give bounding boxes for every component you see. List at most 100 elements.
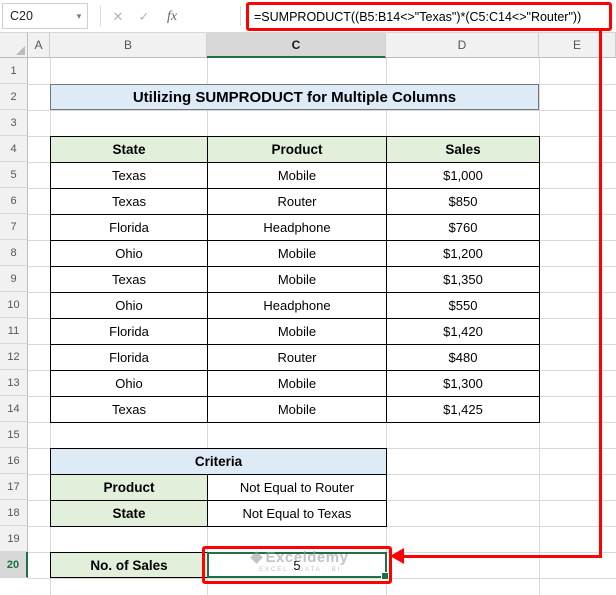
annotation-arrow-vertical xyxy=(599,31,602,558)
column-headers: ABCDE xyxy=(28,33,616,58)
annotation-arrowhead xyxy=(390,548,404,564)
divider xyxy=(100,6,101,26)
title-banner: Utilizing SUMPRODUCT for Multiple Column… xyxy=(50,84,539,110)
cell-state[interactable]: Ohio xyxy=(51,293,208,319)
row-header-10[interactable]: 10 xyxy=(0,292,28,318)
row-header-13[interactable]: 13 xyxy=(0,370,28,396)
table-row: Florida Headphone $760 xyxy=(51,215,540,241)
criteria-value-product[interactable]: Not Equal to Router xyxy=(208,475,387,501)
table-row: Texas Router $850 xyxy=(51,189,540,215)
row-header-7[interactable]: 7 xyxy=(0,214,28,240)
table-row: Florida Router $480 xyxy=(51,345,540,371)
cell-product[interactable]: Headphone xyxy=(208,215,387,241)
cancel-icon[interactable]: ✕ xyxy=(106,0,130,33)
table-row: Texas Mobile $1,425 xyxy=(51,397,540,423)
enter-icon[interactable]: ✓ xyxy=(132,0,156,33)
table-body: Texas Mobile $1,000 Texas Router $850 Florida H… xyxy=(51,163,540,423)
divider xyxy=(240,6,241,26)
row-header-19[interactable]: 19 xyxy=(0,526,28,552)
cell-state[interactable]: Texas xyxy=(51,163,208,189)
cell-state[interactable]: Florida xyxy=(51,319,208,345)
table-row: Ohio Mobile $1,200 xyxy=(51,241,540,267)
name-box[interactable]: C20 ▾ xyxy=(2,3,88,29)
row-header-6[interactable]: 6 xyxy=(0,188,28,214)
row-header-2[interactable]: 2 xyxy=(0,84,28,110)
cell-product[interactable]: Headphone xyxy=(208,293,387,319)
cell-sales[interactable]: $550 xyxy=(387,293,540,319)
formula-bar: C20 ▾ ✕ ✓ fx =SUMPRODUCT((B5:B14<>"Texas… xyxy=(0,0,616,33)
row-header-20[interactable]: 20 xyxy=(0,552,28,578)
row-header-5[interactable]: 5 xyxy=(0,162,28,188)
criteria-row: State Not Equal to Texas xyxy=(51,501,387,527)
cell-product[interactable]: Mobile xyxy=(208,163,387,189)
row-header-12[interactable]: 12 xyxy=(0,344,28,370)
row-header-18[interactable]: 18 xyxy=(0,500,28,526)
cell-product[interactable]: Mobile xyxy=(208,397,387,423)
row-header-11[interactable]: 11 xyxy=(0,318,28,344)
cell-state[interactable]: Ohio xyxy=(51,371,208,397)
cell-sales[interactable]: $850 xyxy=(387,189,540,215)
cell-sales[interactable]: $480 xyxy=(387,345,540,371)
cell-sales[interactable]: $1,200 xyxy=(387,241,540,267)
table-row: Texas Mobile $1,000 xyxy=(51,163,540,189)
gridline xyxy=(28,110,616,111)
row-headers: 1 2 3 4 5 6 7 8 9 10 11 12 13 14 15 16 17 18 19 20 xyxy=(0,58,28,578)
insert-function-icon[interactable]: fx xyxy=(160,0,184,33)
cell-sales[interactable]: $1,425 xyxy=(387,397,540,423)
cell-product[interactable]: Router xyxy=(208,345,387,371)
table-row: Ohio Headphone $550 xyxy=(51,293,540,319)
criteria-title: Criteria xyxy=(51,449,387,475)
annotation-red-box xyxy=(202,546,392,584)
row-header-14[interactable]: 14 xyxy=(0,396,28,422)
table-row: Texas Mobile $1,350 xyxy=(51,267,540,293)
row-header-15[interactable]: 15 xyxy=(0,422,28,448)
row-header-4[interactable]: 4 xyxy=(0,136,28,162)
header-sales[interactable]: Sales xyxy=(387,137,540,163)
name-box-value: C20 xyxy=(10,9,33,23)
table-header-row: State Product Sales xyxy=(51,137,540,163)
select-all-corner[interactable] xyxy=(0,33,28,58)
header-product[interactable]: Product xyxy=(208,137,387,163)
formula-text: =SUMPRODUCT((B5:B14<>"Texas")*(C5:C14<>"… xyxy=(254,9,582,24)
cell-state[interactable]: Texas xyxy=(51,267,208,293)
result-label-cell[interactable]: No. of Sales xyxy=(50,552,208,578)
cell-state[interactable]: Ohio xyxy=(51,241,208,267)
annotation-arrow-horizontal xyxy=(404,555,602,558)
cell-sales[interactable]: $1,300 xyxy=(387,371,540,397)
criteria-row: Product Not Equal to Router xyxy=(51,475,387,501)
cell-sales[interactable]: $760 xyxy=(387,215,540,241)
column-header-B[interactable]: B xyxy=(50,33,207,58)
column-header-A[interactable]: A xyxy=(28,33,50,58)
row-header-9[interactable]: 9 xyxy=(0,266,28,292)
chevron-down-icon[interactable]: ▾ xyxy=(71,11,87,22)
cell-product[interactable]: Mobile xyxy=(208,371,387,397)
criteria-label-state[interactable]: State xyxy=(51,501,208,527)
cell-state[interactable]: Florida xyxy=(51,345,208,371)
data-table: State Product Sales Texas Mobile $1,000 Tex… xyxy=(50,136,540,423)
criteria-value-state[interactable]: Not Equal to Texas xyxy=(208,501,387,527)
cell-sales[interactable]: $1,350 xyxy=(387,267,540,293)
cell-state[interactable]: Texas xyxy=(51,189,208,215)
cell-sales[interactable]: $1,420 xyxy=(387,319,540,345)
column-header-C[interactable]: C xyxy=(207,33,386,58)
criteria-table: Criteria Product Not Equal to Router Sta… xyxy=(50,448,387,527)
table-row: Florida Mobile $1,420 xyxy=(51,319,540,345)
cell-sales[interactable]: $1,000 xyxy=(387,163,540,189)
criteria-label-product[interactable]: Product xyxy=(51,475,208,501)
cell-product[interactable]: Mobile xyxy=(208,241,387,267)
cell-product[interactable]: Mobile xyxy=(208,267,387,293)
cell-state[interactable]: Florida xyxy=(51,215,208,241)
formula-input[interactable]: =SUMPRODUCT((B5:B14<>"Texas")*(C5:C14<>"… xyxy=(246,2,612,31)
header-state[interactable]: State xyxy=(51,137,208,163)
column-header-D[interactable]: D xyxy=(386,33,539,58)
row-header-3[interactable]: 3 xyxy=(0,110,28,136)
excel-window: C20 ▾ ✕ ✓ fx =SUMPRODUCT((B5:B14<>"Texas… xyxy=(0,0,616,595)
row-header-1[interactable]: 1 xyxy=(0,58,28,84)
column-header-E[interactable]: E xyxy=(539,33,616,58)
cell-product[interactable]: Mobile xyxy=(208,319,387,345)
cell-state[interactable]: Texas xyxy=(51,397,208,423)
cell-product[interactable]: Router xyxy=(208,189,387,215)
row-header-17[interactable]: 17 xyxy=(0,474,28,500)
row-header-8[interactable]: 8 xyxy=(0,240,28,266)
row-header-16[interactable]: 16 xyxy=(0,448,28,474)
